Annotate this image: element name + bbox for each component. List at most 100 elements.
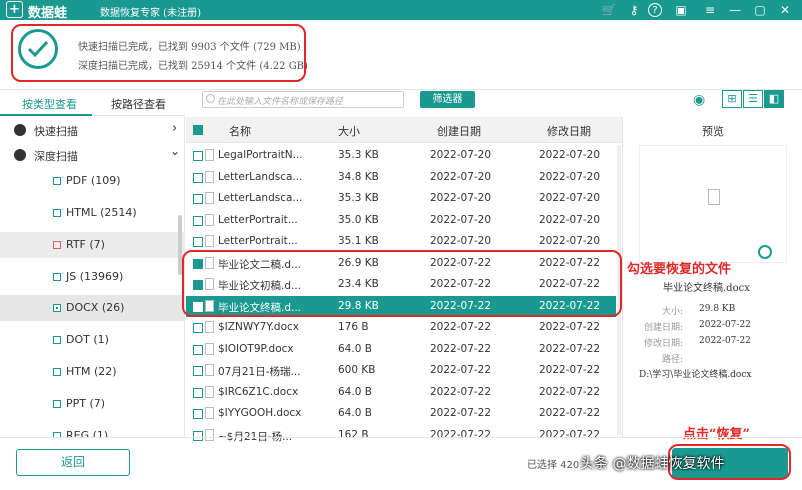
- file-icon: [205, 364, 214, 376]
- table-row[interactable]: LetterLandsca... 35.3 KB 2022-07-20 2022-07…: [186, 188, 616, 210]
- cell-modified: 2022-07-22: [539, 321, 601, 333]
- column-modified[interactable]: 修改日期: [547, 123, 591, 139]
- preview-created: 2022-07-22: [699, 320, 751, 330]
- sidebar-item-deep-scan[interactable]: 深度扫描 ⌄: [0, 142, 185, 168]
- search-icon: [206, 94, 215, 103]
- table-row[interactable]: $IRC6Z1C.docx 64.0 B 2022-07-22 2022-07-22: [186, 382, 616, 404]
- checkbox[interactable]: [53, 177, 61, 185]
- table-row[interactable]: $IOIOT9P.docx 64.0 B 2022-07-22 2022-07-22: [186, 339, 616, 361]
- menu-icon[interactable]: ≡: [702, 2, 718, 18]
- column-created[interactable]: 创建日期: [437, 123, 481, 139]
- checkbox[interactable]: [53, 241, 61, 249]
- row-checkbox[interactable]: [193, 344, 203, 355]
- cell-name: $IRC6Z1C.docx: [218, 385, 299, 398]
- file-icon: [205, 149, 214, 161]
- row-checkbox[interactable]: [193, 151, 203, 161]
- search-input[interactable]: 在此处输入文件名称或保存路径: [202, 91, 404, 108]
- chevron-down-icon[interactable]: ⌄: [170, 144, 180, 158]
- row-checkbox[interactable]: [193, 237, 203, 247]
- cell-size: 34.8 KB: [338, 170, 379, 183]
- sidebar: 快速扫描 › 深度扫描 ⌄ PDF (109) HTML (2514) RTF …: [0, 117, 185, 437]
- file-icon: [205, 170, 214, 183]
- checkbox[interactable]: [53, 209, 61, 217]
- column-size[interactable]: 大小: [338, 123, 360, 139]
- cart-icon[interactable]: 🛒: [601, 2, 617, 18]
- row-checkbox[interactable]: [193, 323, 203, 333]
- annotation-select-files: 勾选要恢复的文件: [627, 262, 732, 277]
- sidebar-item-js[interactable]: JS (13969): [0, 264, 185, 290]
- cell-size: 600 KB: [338, 364, 376, 376]
- file-icon: [205, 213, 214, 226]
- cell-modified: 2022-07-22: [539, 385, 601, 398]
- detail-view-icon[interactable]: ◧: [764, 90, 784, 108]
- tab-by-path[interactable]: 按路径查看: [111, 96, 166, 112]
- checkbox[interactable]: [53, 368, 61, 376]
- checkbox[interactable]: [53, 304, 61, 312]
- table-row[interactable]: 07月21日-杨瑞... 600 KB 2022-07-22 2022-07-22: [186, 360, 616, 382]
- grid-view-icon[interactable]: ⊞: [722, 90, 742, 108]
- sidebar-item-reg[interactable]: REG (1): [0, 423, 185, 437]
- eye-icon[interactable]: ◉: [693, 92, 713, 108]
- back-button[interactable]: 返回: [16, 449, 130, 476]
- sidebar-item-pdf[interactable]: PDF (109): [0, 168, 185, 194]
- preview-modified: 2022-07-22: [699, 336, 751, 346]
- cell-created: 2022-07-20: [430, 235, 492, 247]
- sidebar-item-ppt[interactable]: PPT (7): [0, 391, 185, 417]
- table-row[interactable]: $IYYGOOH.docx 64.0 B 2022-07-22 2022-07-22: [186, 403, 616, 425]
- cell-modified: 2022-07-20: [539, 192, 601, 204]
- cell-size: 35.1 KB: [338, 235, 379, 247]
- cell-name: $IZNWY7Y.docx: [218, 321, 300, 333]
- help-icon[interactable]: ?: [648, 3, 662, 17]
- sidebar-item-html[interactable]: HTML (2514): [0, 200, 185, 226]
- close-icon[interactable]: ✕: [777, 2, 793, 18]
- cell-size: 64.0 B: [338, 342, 372, 355]
- column-name[interactable]: 名称: [229, 123, 251, 139]
- checkbox[interactable]: [53, 336, 61, 344]
- preview-size-label: 大小:: [661, 307, 683, 317]
- cell-modified: 2022-07-20: [539, 235, 601, 247]
- cell-modified: 2022-07-22: [539, 407, 601, 419]
- preview-path: D:\学习\毕业论文终稿.docx: [639, 370, 752, 380]
- minimize-icon[interactable]: —: [727, 2, 743, 18]
- select-all-checkbox[interactable]: [193, 125, 203, 135]
- table-row[interactable]: LetterLandsca... 34.8 KB 2022-07-20 2022-07…: [186, 167, 616, 189]
- sidebar-item-htm[interactable]: HTM (22): [0, 359, 185, 385]
- checkbox[interactable]: [53, 400, 61, 408]
- row-checkbox[interactable]: [193, 172, 203, 183]
- cell-created: 2022-07-22: [430, 321, 492, 333]
- watermark: 头条 @数据蛙恢复软件: [580, 456, 725, 472]
- list-view-icon[interactable]: ☰: [743, 90, 763, 108]
- sidebar-item-label: JS (13969): [66, 270, 124, 283]
- sidebar-item-docx[interactable]: DOCX (26): [0, 295, 185, 321]
- row-checkbox[interactable]: [193, 194, 203, 204]
- file-icon: [205, 407, 214, 419]
- row-checkbox[interactable]: [193, 387, 203, 398]
- cell-modified: 2022-07-22: [539, 342, 601, 355]
- cell-created: 2022-07-20: [430, 170, 492, 183]
- table-row[interactable]: LetterPortrait... 35.0 KB 2022-07-20 2022-0…: [186, 210, 616, 232]
- chevron-right-icon[interactable]: ›: [172, 121, 177, 136]
- file-icon: [205, 385, 214, 398]
- preview-filename: 毕业论文终稿.docx: [663, 283, 750, 294]
- window-title: 数据恢复专家 (未注册): [100, 8, 201, 19]
- table-row[interactable]: LegalPortraitN... 35.3 KB 2022-07-20 2022-0…: [186, 145, 616, 167]
- key-icon[interactable]: ⚷: [626, 2, 642, 18]
- active-tab-indicator: [0, 114, 92, 116]
- cell-modified: 2022-07-20: [539, 170, 601, 183]
- table-row[interactable]: $IZNWY7Y.docx 176 B 2022-07-22 2022-07-22: [186, 317, 616, 339]
- save-icon[interactable]: ▣: [673, 2, 689, 18]
- sidebar-item-quick-scan[interactable]: 快速扫描 ›: [0, 117, 185, 143]
- maximize-icon[interactable]: ▢: [752, 2, 768, 18]
- tab-by-type[interactable]: 按类型查看: [22, 96, 77, 112]
- sidebar-item-rtf[interactable]: RTF (7): [0, 232, 185, 258]
- magnifier-icon[interactable]: [758, 245, 772, 259]
- cell-modified: 2022-07-20: [539, 149, 601, 161]
- cell-size: 35.0 KB: [338, 213, 379, 226]
- row-checkbox[interactable]: [193, 409, 203, 419]
- sidebar-item-dot[interactable]: DOT (1): [0, 327, 185, 353]
- filter-button[interactable]: 筛选器: [420, 91, 475, 108]
- row-checkbox[interactable]: [193, 215, 203, 226]
- preview-path-label: 路径:: [661, 355, 683, 365]
- checkbox[interactable]: [53, 273, 61, 281]
- row-checkbox[interactable]: [193, 366, 203, 376]
